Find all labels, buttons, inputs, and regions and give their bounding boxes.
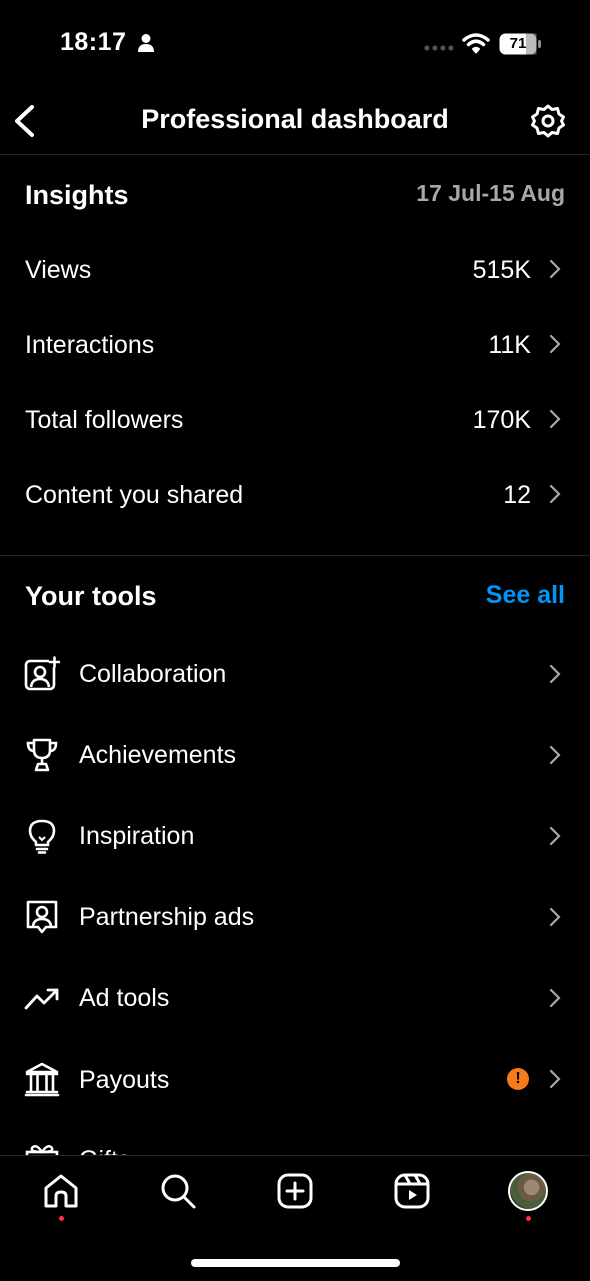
insights-title: Insights: [25, 180, 129, 210]
signal-icon: [424, 45, 454, 51]
wifi-icon: [462, 33, 490, 54]
reels-icon[interactable]: [393, 1172, 431, 1210]
status-time: 18:17: [60, 28, 127, 56]
insight-label: Interactions: [25, 331, 155, 359]
tool-label: Payouts: [79, 1066, 170, 1094]
chevron-right-icon: [549, 907, 561, 927]
page-title: Professional dashboard: [141, 104, 449, 134]
insight-label: Views: [25, 256, 92, 284]
search-icon[interactable]: [159, 1172, 197, 1210]
tool-label: Inspiration: [79, 822, 195, 850]
chevron-right-icon: [549, 484, 561, 504]
trophy-icon: [26, 738, 58, 772]
chevron-right-icon: [549, 988, 561, 1008]
settings-gear-icon[interactable]: [530, 103, 566, 139]
chevron-right-icon: [549, 664, 561, 684]
partnership-icon: [26, 900, 58, 934]
create-post-icon[interactable]: [276, 1172, 314, 1210]
chevron-right-icon: [549, 409, 561, 429]
insight-value: 515K: [472, 256, 531, 284]
chevron-right-icon: [549, 334, 561, 354]
header-divider: [0, 154, 590, 155]
tool-label: Achievements: [79, 741, 237, 769]
collaboration-icon: [24, 656, 60, 691]
insight-value: 170K: [472, 406, 531, 434]
warning-badge: !: [507, 1068, 529, 1090]
bank-icon: [24, 1062, 60, 1097]
tools-title: Your tools: [25, 581, 157, 611]
lightbulb-icon: [28, 819, 56, 854]
person-icon: [138, 34, 154, 52]
home-notification-dot: [59, 1216, 64, 1221]
home-indicator: [191, 1259, 400, 1267]
home-icon[interactable]: [42, 1172, 80, 1210]
trend-icon: [24, 988, 59, 1010]
chevron-right-icon: [549, 826, 561, 846]
chevron-right-icon: [549, 259, 561, 279]
insight-label: Total followers: [25, 406, 184, 434]
insight-value: 11K: [488, 331, 531, 359]
battery-level: 71: [509, 35, 527, 52]
profile-notification-dot: [526, 1216, 531, 1221]
chevron-right-icon: [549, 745, 561, 765]
insight-value: 12: [503, 481, 531, 509]
tool-label: Collaboration: [79, 660, 227, 688]
chevron-right-icon: [549, 1069, 561, 1089]
tool-label: Partnership ads: [79, 903, 255, 931]
profile-avatar[interactable]: [508, 1171, 548, 1211]
tool-label: Ad tools: [79, 984, 170, 1012]
see-all-link[interactable]: See all: [486, 581, 565, 610]
section-divider: [0, 555, 590, 556]
insight-label: Content you shared: [25, 481, 244, 509]
insights-date-range[interactable]: 17 Jul-15 Aug: [416, 180, 565, 207]
